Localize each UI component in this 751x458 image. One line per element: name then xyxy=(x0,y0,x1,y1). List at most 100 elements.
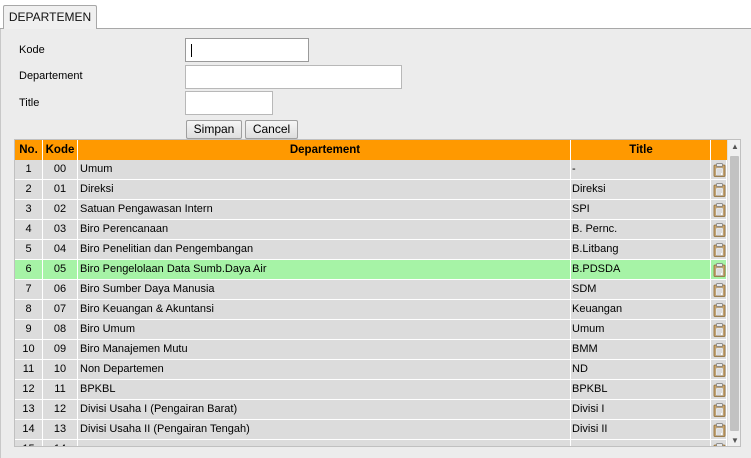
cell-no: 12 xyxy=(15,380,43,400)
cell-kode: 01 xyxy=(43,180,78,200)
grid-header: No. Kode Departement Title xyxy=(15,140,727,160)
cell-kode: 07 xyxy=(43,300,78,320)
column-header-departement[interactable]: Departement xyxy=(78,140,571,160)
column-header-title[interactable]: Title xyxy=(571,140,711,160)
cell-no: 8 xyxy=(15,300,43,320)
title-input[interactable] xyxy=(185,91,273,115)
cell-departement: Biro Pengelolaan Data Sumb.Daya Air xyxy=(78,260,571,280)
clipboard-icon[interactable] xyxy=(713,403,726,417)
column-header-no[interactable]: No. xyxy=(15,140,43,160)
cell-title: - xyxy=(571,160,711,180)
clipboard-icon[interactable] xyxy=(713,323,726,337)
clipboard-icon[interactable] xyxy=(713,183,726,197)
clipboard-icon[interactable] xyxy=(713,303,726,317)
cell-action xyxy=(711,360,727,380)
departemen-grid: No. Kode Departement Title 1 00 Umum -2 01 Di… xyxy=(14,139,741,447)
cell-no: 14 xyxy=(15,420,43,440)
cell-kode: 10 xyxy=(43,360,78,380)
cell-no: 1 xyxy=(15,160,43,180)
cell-kode: 11 xyxy=(43,380,78,400)
text-caret xyxy=(191,44,192,57)
cell-departement: Biro Keuangan & Akuntansi xyxy=(78,300,571,320)
clipboard-icon[interactable] xyxy=(713,283,726,297)
scroll-down-arrow-icon[interactable]: ▼ xyxy=(728,434,740,446)
cell-no: 9 xyxy=(15,320,43,340)
cell-title: Keuangan xyxy=(571,300,711,320)
table-row[interactable]: 4 03 Biro Perencanaan B. Pernc. xyxy=(15,220,727,240)
clipboard-icon[interactable] xyxy=(713,263,726,277)
table-row[interactable]: 6 05 Biro Pengelolaan Data Sumb.Daya Air B.… xyxy=(15,260,727,280)
kode-input[interactable] xyxy=(185,38,309,62)
cell-action xyxy=(711,320,727,340)
cell-no: 4 xyxy=(15,220,43,240)
table-row[interactable]: 9 08 Biro Umum Umum xyxy=(15,320,727,340)
table-row[interactable]: 1514 xyxy=(15,440,727,446)
table-row[interactable]: 8 07 Biro Keuangan & Akuntansi Keuangan xyxy=(15,300,727,320)
cell-kode: 04 xyxy=(43,240,78,260)
vertical-scrollbar[interactable]: ▲ ▼ xyxy=(727,140,740,446)
clipboard-icon[interactable] xyxy=(713,343,726,357)
save-button[interactable]: Simpan xyxy=(186,120,242,139)
cell-action xyxy=(711,420,727,440)
cell-no: 2 xyxy=(15,180,43,200)
cell-title: Umum xyxy=(571,320,711,340)
column-header-action xyxy=(711,140,727,160)
cell-kode: 14 xyxy=(43,440,78,446)
cell-departement: Direksi xyxy=(78,180,571,200)
cell-action xyxy=(711,440,727,446)
cell-no: 5 xyxy=(15,240,43,260)
cell-no: 15 xyxy=(15,440,43,446)
table-row[interactable]: 5 04 Biro Penelitian dan Pengembangan B.Lit… xyxy=(15,240,727,260)
tab-bar: DEPARTEMEN xyxy=(0,0,751,30)
clipboard-icon[interactable] xyxy=(713,363,726,377)
cell-title xyxy=(571,440,711,446)
cell-departement: Non Departemen xyxy=(78,360,571,380)
cell-title: BPKBL xyxy=(571,380,711,400)
table-row[interactable]: 11 10 Non Departemen ND xyxy=(15,360,727,380)
table-row[interactable]: 2 01 Direksi Direksi xyxy=(15,180,727,200)
clipboard-icon[interactable] xyxy=(713,223,726,237)
table-row[interactable]: 13 12 Divisi Usaha I (Pengairan Barat) Divi… xyxy=(15,400,727,420)
cell-kode: 02 xyxy=(43,200,78,220)
cell-kode: 03 xyxy=(43,220,78,240)
table-row[interactable]: 1 00 Umum - xyxy=(15,160,727,180)
cell-kode: 06 xyxy=(43,280,78,300)
cell-departement: Divisi Usaha II (Pengairan Tengah) xyxy=(78,420,571,440)
cell-title: Divisi I xyxy=(571,400,711,420)
cell-no: 3 xyxy=(15,200,43,220)
cell-no: 10 xyxy=(15,340,43,360)
cell-action xyxy=(711,200,727,220)
cancel-button[interactable]: Cancel xyxy=(245,120,298,139)
table-row[interactable]: 3 02 Satuan Pengawasan Intern SPI xyxy=(15,200,727,220)
clipboard-icon[interactable] xyxy=(713,383,726,397)
clipboard-icon[interactable] xyxy=(713,163,726,177)
cell-title: BMM xyxy=(571,340,711,360)
cell-kode: 13 xyxy=(43,420,78,440)
tab-departemen[interactable]: DEPARTEMEN xyxy=(3,5,97,30)
cell-departement xyxy=(78,440,571,446)
departement-input[interactable] xyxy=(185,65,402,89)
scrollbar-thumb[interactable] xyxy=(730,156,739,431)
cell-kode: 05 xyxy=(43,260,78,280)
cell-action xyxy=(711,300,727,320)
clipboard-icon[interactable] xyxy=(713,203,726,217)
cell-action xyxy=(711,380,727,400)
cell-no: 13 xyxy=(15,400,43,420)
clipboard-icon[interactable] xyxy=(713,423,726,437)
cell-action xyxy=(711,180,727,200)
clipboard-icon[interactable] xyxy=(713,443,726,446)
cell-no: 6 xyxy=(15,260,43,280)
table-row[interactable]: 7 06 Biro Sumber Daya Manusia SDM xyxy=(15,280,727,300)
cell-title: ND xyxy=(571,360,711,380)
table-row[interactable]: 14 13 Divisi Usaha II (Pengairan Tengah) Di… xyxy=(15,420,727,440)
cell-title: SDM xyxy=(571,280,711,300)
cell-departement: Biro Sumber Daya Manusia xyxy=(78,280,571,300)
clipboard-icon[interactable] xyxy=(713,243,726,257)
cell-kode: 00 xyxy=(43,160,78,180)
column-header-kode[interactable]: Kode xyxy=(43,140,78,160)
scroll-up-arrow-icon[interactable]: ▲ xyxy=(728,140,740,154)
cell-title: SPI xyxy=(571,200,711,220)
title-label: Title xyxy=(19,97,40,109)
table-row[interactable]: 12 11 BPKBL BPKBL xyxy=(15,380,727,400)
table-row[interactable]: 10 09 Biro Manajemen Mutu BMM xyxy=(15,340,727,360)
